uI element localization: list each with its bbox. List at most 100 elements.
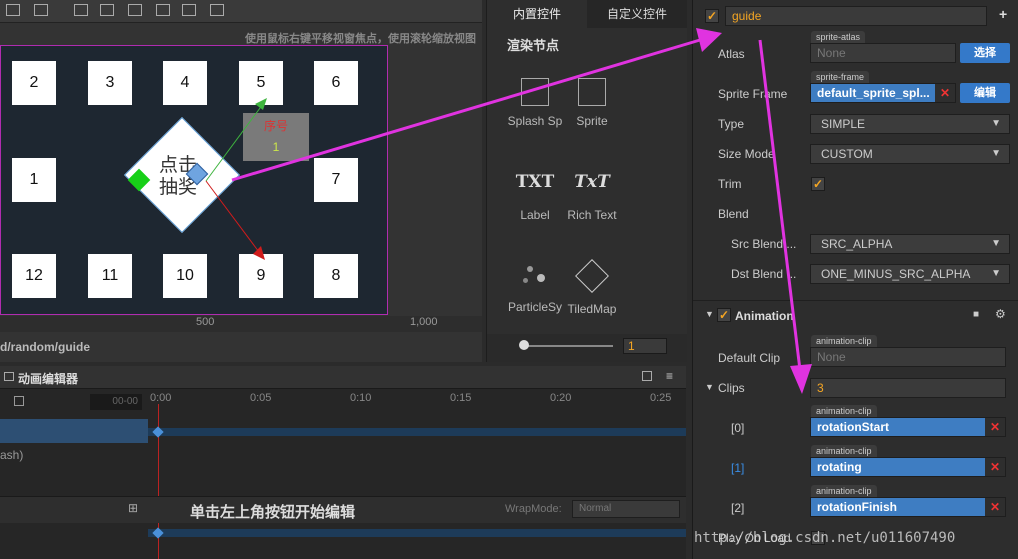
dst-blend-value: ONE_MINUS_SRC_ALPHA: [821, 267, 971, 281]
node-path-text: d/random/guide: [0, 340, 90, 354]
track-row-selected[interactable]: [0, 419, 148, 443]
clip-field-1[interactable]: rotating ✕: [810, 457, 1006, 477]
clear-sprite-frame-icon[interactable]: ✕: [935, 84, 955, 102]
scene-toolbar: [0, 0, 482, 23]
distribute-h-icon[interactable]: [182, 4, 196, 16]
clip-index-2: [2]: [731, 501, 745, 515]
tick-10: 0:10: [350, 392, 372, 404]
book-icon[interactable]: ■: [973, 309, 979, 320]
splash-sprite-icon: [521, 78, 549, 106]
size-mode-select[interactable]: CUSTOM ▼: [810, 144, 1010, 164]
transform-gizmo[interactable]: [1, 46, 389, 316]
tick-25: 0:25: [650, 392, 672, 404]
scene-hint: 使用鼠标右键平移视窗焦点，使用滚轮缩放视图: [245, 33, 476, 45]
collapse-animation-icon[interactable]: ▼: [705, 309, 714, 319]
clip-index-0: [0]: [731, 421, 745, 435]
align-middle-icon[interactable]: [34, 4, 48, 16]
ruler-label-500: 500: [196, 316, 215, 328]
sprite-frame-tag: sprite-frame: [811, 71, 870, 83]
dst-blend-select[interactable]: ONE_MINUS_SRC_ALPHA ▼: [810, 264, 1010, 284]
align-left-icon[interactable]: [100, 4, 114, 16]
lib-item-particle[interactable]: ParticleSy: [505, 260, 565, 314]
lib-item-label: Label: [520, 208, 550, 222]
distribute-v-icon[interactable]: [210, 4, 224, 16]
zoom-input[interactable]: 1: [623, 338, 667, 354]
align-top-icon[interactable]: [6, 4, 20, 16]
timeline-lane-2: [148, 529, 686, 537]
gear-icon[interactable]: ⚙: [995, 307, 1006, 321]
tab-custom[interactable]: 自定义控件: [587, 0, 687, 28]
clips-label: Clips: [718, 381, 745, 395]
scene-view[interactable]: 使用鼠标右键平移视窗焦点，使用滚轮缩放视图 2 3 4 5 6 1 7 12 1…: [0, 0, 482, 362]
align-right-icon[interactable]: [156, 4, 170, 16]
size-mode-label: Size Mode: [718, 147, 775, 161]
clip-field-0[interactable]: rotationStart ✕: [810, 417, 1006, 437]
clip-field-2[interactable]: rotationFinish ✕: [810, 497, 1006, 517]
frame-input[interactable]: 00-00: [90, 394, 142, 410]
lib-item-label: TiledMap: [567, 302, 617, 316]
atlas-field[interactable]: None: [810, 43, 956, 63]
clip-value-2: rotationFinish: [817, 500, 897, 514]
chevron-down-icon: ▼: [991, 148, 1001, 159]
align-center-icon[interactable]: [128, 4, 142, 16]
default-clip-field[interactable]: None: [810, 347, 1006, 367]
node-name-input[interactable]: guide: [725, 6, 987, 26]
lib-item-sprite[interactable]: Sprite: [562, 78, 622, 128]
sprite-frame-field[interactable]: default_sprite_spl... ✕: [810, 83, 956, 103]
anim-message-bar: ⊞ 单击左上角按钮开始编辑 WrapMode: Normal: [0, 496, 686, 523]
tick-0: 0:00: [150, 392, 172, 404]
maximize-icon[interactable]: [642, 371, 652, 381]
zoom-slider-track[interactable]: [523, 345, 613, 347]
clip-tag-2: animation-clip: [811, 485, 877, 497]
collapse-clips-icon[interactable]: ▼: [705, 382, 714, 392]
panel-icon: [4, 372, 14, 381]
clear-clip-0-icon[interactable]: ✕: [985, 418, 1005, 436]
animation-editor: 动画编辑器 ≡ 00-00 0:00 0:05 0:10 0:15 0:20 0…: [0, 366, 686, 559]
type-select[interactable]: SIMPLE ▼: [810, 114, 1010, 134]
add-component-icon[interactable]: +: [999, 6, 1007, 22]
default-clip-label: Default Clip: [718, 351, 781, 365]
clear-clip-1-icon[interactable]: ✕: [985, 458, 1005, 476]
menu-icon[interactable]: ≡: [666, 369, 673, 383]
design-canvas[interactable]: 2 3 4 5 6 1 7 12 11 10 9 8 点击抽奖 序号 1: [0, 45, 388, 315]
lib-item-richtext[interactable]: TxT Rich Text: [562, 172, 622, 222]
timeline-lane-1: [148, 428, 686, 436]
track-label: ash): [0, 448, 24, 462]
animation-enabled-checkbox[interactable]: ✓: [717, 308, 731, 322]
src-blend-select[interactable]: SRC_ALPHA ▼: [810, 234, 1010, 254]
tick-5: 0:05: [250, 392, 272, 404]
tiledmap-icon: [575, 259, 609, 293]
node-active-checkbox[interactable]: ✓: [705, 9, 719, 23]
lib-item-splash[interactable]: Splash Sp: [505, 78, 565, 128]
select-atlas-button[interactable]: 选择: [960, 43, 1010, 63]
tab-builtin[interactable]: 内置控件: [487, 0, 587, 28]
wrapmode-select[interactable]: Normal: [572, 500, 680, 518]
animation-title: Animation: [735, 309, 794, 323]
anim-header: 动画编辑器 ≡: [0, 366, 686, 389]
lib-item-label: Rich Text: [567, 208, 617, 222]
add-property-icon[interactable]: ⊞: [128, 501, 138, 515]
sprite-icon: [578, 78, 606, 106]
divider: [693, 300, 1018, 301]
dst-blend-label: Dst Blend ...: [731, 267, 797, 281]
edit-sprite-button[interactable]: 编辑: [960, 83, 1010, 103]
node-path: d/random/guide: [0, 334, 482, 360]
zoom-slider-handle[interactable]: [519, 340, 529, 350]
lib-item-tiledmap[interactable]: TiledMap: [562, 259, 622, 316]
clear-clip-2-icon[interactable]: ✕: [985, 498, 1005, 516]
zoom-bar: 1: [487, 334, 687, 362]
sprite-frame-value: default_sprite_spl...: [817, 86, 930, 100]
wrapmode-label: WrapMode:: [505, 503, 562, 515]
inspector-panel: ✓ guide + Atlas sprite-atlas None 选择 Spr…: [692, 0, 1018, 559]
lib-item-label: ParticleSy: [507, 300, 563, 314]
label-icon: TXT: [515, 172, 555, 192]
trim-checkbox[interactable]: ✓: [811, 177, 825, 191]
lib-item-label[interactable]: TXT Label: [505, 172, 565, 222]
scene-ruler: 500 1,000: [0, 316, 482, 332]
clips-count-input[interactable]: 3: [810, 378, 1006, 398]
chevron-down-icon: ▼: [991, 118, 1001, 129]
type-value: SIMPLE: [821, 117, 866, 131]
section-render-nodes: 渲染节点: [507, 38, 560, 53]
align-bottom-icon[interactable]: [74, 4, 88, 16]
link-icon[interactable]: [14, 396, 24, 406]
